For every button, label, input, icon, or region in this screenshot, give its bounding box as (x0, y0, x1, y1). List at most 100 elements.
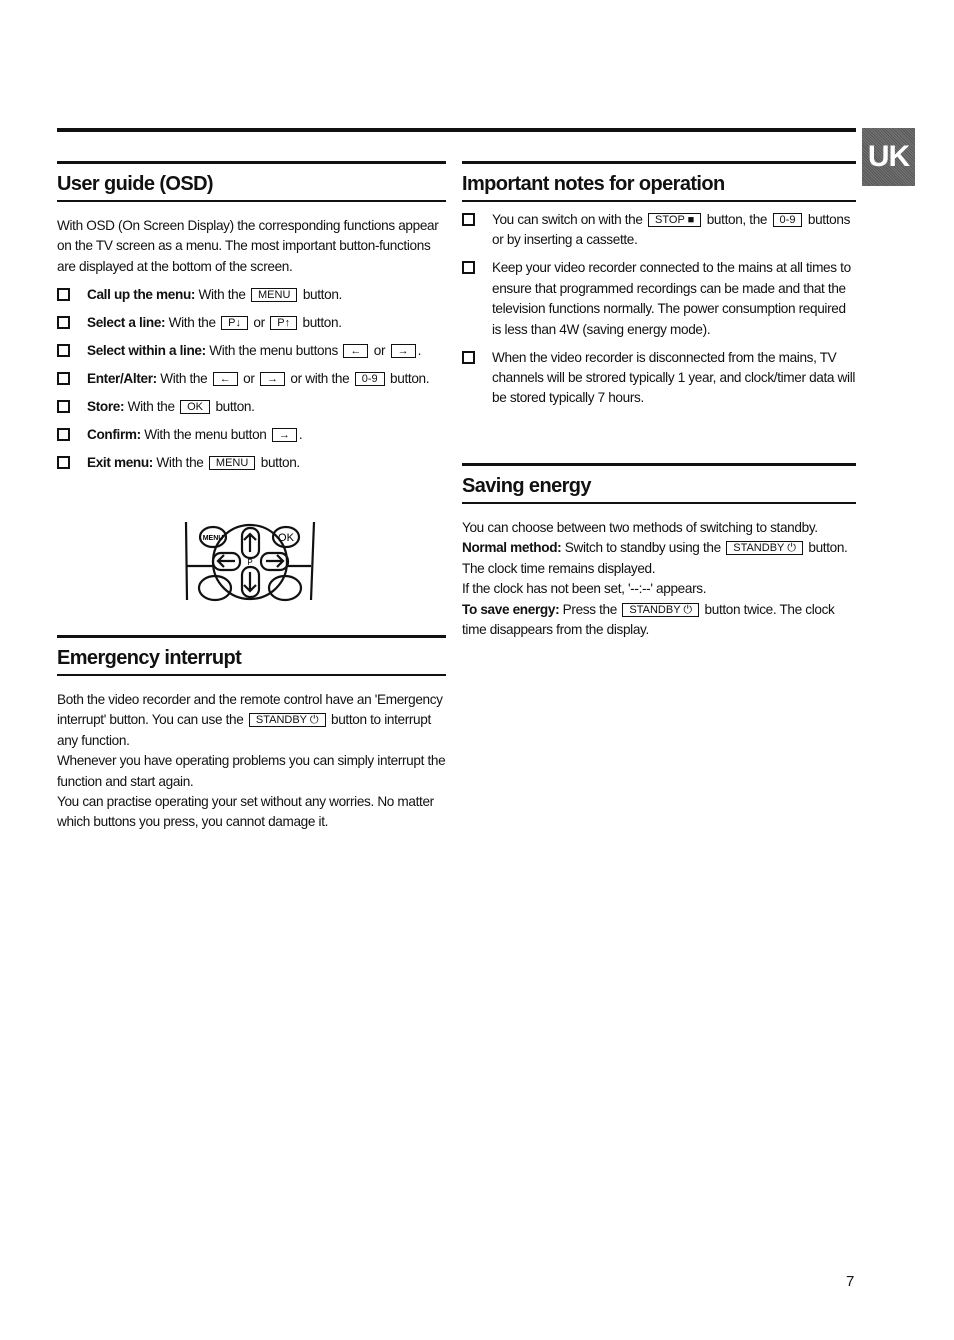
button-symbol: → (260, 371, 285, 386)
checkbox-bullet-icon (57, 343, 70, 357)
paragraph: Both the video recorder and the remote c… (57, 690, 446, 751)
section-emergency: Emergency interrupt Both the video recor… (57, 635, 446, 833)
item-label: Store: (87, 398, 125, 414)
button-symbol: 0-9 (354, 371, 385, 386)
button-symbol: → (390, 343, 416, 358)
notes-list: You can switch on with the STOP ■ button… (462, 210, 856, 409)
text: button. (386, 370, 430, 386)
list-item: You can switch on with the STOP ■ button… (462, 210, 856, 251)
list-item: Exit menu: With the MENU button. (57, 453, 446, 473)
checkbox-bullet-icon (57, 399, 70, 413)
page-number: 7 (846, 1273, 855, 1290)
section-title: Important notes for operation (462, 161, 856, 202)
section-title: User guide (OSD) (57, 161, 446, 202)
text: You can practise operating your set with… (57, 794, 434, 830)
top-rule (57, 128, 856, 132)
item-label: Exit menu: (87, 454, 153, 470)
button-symbol: 0-9 (772, 213, 803, 227)
text: button. (299, 286, 342, 302)
text: Press the (559, 601, 621, 617)
language-tab: UK (862, 128, 915, 186)
button-symbol: → (271, 427, 297, 442)
item-label: Select a line: (87, 314, 166, 330)
button-symbol: ← (343, 343, 369, 358)
text: With the (156, 370, 211, 386)
text: Keep your video recorder connected to th… (492, 260, 851, 337)
list-item: Select a line: With the P↓ or P↑ button. (57, 313, 446, 333)
checkbox-bullet-icon (57, 455, 70, 469)
text: If the clock has not been set, '--:--' a… (462, 581, 707, 597)
text: You can switch on with the (492, 212, 647, 227)
list-item: Call up the menu: With the MENU button. (57, 285, 446, 305)
text: With the (124, 398, 179, 414)
text: You can choose between two methods of sw… (462, 520, 818, 535)
text: button. (212, 398, 255, 414)
text: With the (165, 314, 220, 330)
section-body: Both the video recorder and the remote c… (57, 690, 446, 833)
text: When the video recorder is disconnected … (492, 349, 856, 406)
list-item: Confirm: With the menu button →. (57, 425, 446, 445)
list-item: Select within a line: With the menu butt… (57, 341, 446, 361)
section-user-guide: User guide (OSD) With OSD (On Screen Dis… (57, 161, 446, 473)
text: button. (299, 314, 342, 330)
text: or with the (287, 370, 353, 386)
item-label: Enter/Alter: (87, 370, 157, 386)
list-item: Keep your video recorder connected to th… (462, 258, 856, 340)
paragraph: To save energy: Press the STANDBY ⏻ butt… (462, 600, 856, 641)
text: With the menu button (140, 426, 270, 442)
button-symbol: STANDBY ⏻ (726, 541, 803, 556)
text: . (298, 426, 303, 442)
item-label: Confirm: (87, 426, 141, 442)
list-item: Store: With the OK button. (57, 397, 446, 417)
text: or (370, 342, 389, 358)
list-item: When the video recorder is disconnected … (462, 348, 856, 409)
remote-control-illustration: MENU OK P (184, 521, 316, 602)
paragraph: If the clock has not been set, '--:--' a… (462, 579, 856, 599)
button-symbol: STANDBY ⏻ (248, 713, 326, 728)
paragraph: You can practise operating your set with… (57, 792, 446, 833)
text: button. (257, 454, 300, 470)
button-symbol: P↓ (221, 315, 248, 330)
text: Switch to standby using the (561, 540, 725, 556)
list-item: Enter/Alter: With the ← or → or with the… (57, 369, 446, 389)
checkbox-bullet-icon (462, 213, 475, 226)
bold-label: To save energy: (462, 601, 560, 617)
text: or (239, 370, 258, 386)
menu-key-label: MENU (203, 535, 224, 542)
section-title: Saving energy (462, 463, 856, 504)
button-symbol: MENU (251, 287, 298, 302)
checkbox-bullet-icon (462, 261, 475, 275)
section-body: You can choose between two methods of sw… (462, 518, 856, 640)
item-label: Select within a line: (87, 342, 206, 358)
paragraph: Normal method: Switch to standby using t… (462, 538, 856, 579)
checkbox-bullet-icon (57, 287, 70, 301)
p-key-label: P (247, 558, 252, 567)
button-symbol: ← (212, 371, 238, 386)
button-symbol: OK (180, 399, 211, 414)
paragraph: Whenever you have operating problems you… (57, 751, 446, 792)
bold-label: Normal method: (462, 540, 562, 556)
checkbox-bullet-icon (57, 315, 70, 329)
text: . (417, 342, 422, 358)
button-symbol: STANDBY ⏻ (622, 602, 700, 617)
menu-steps-list: Call up the menu: With the MENU button. S… (57, 285, 446, 473)
ok-key-label: OK (278, 532, 295, 544)
section-notes: Important notes for operation You can sw… (462, 161, 856, 409)
intro-text: With OSD (On Screen Display) the corresp… (57, 218, 439, 274)
checkbox-bullet-icon (462, 350, 475, 364)
text: With the (195, 286, 250, 302)
checkbox-bullet-icon (57, 427, 70, 441)
text: or (249, 314, 269, 330)
button-symbol: MENU (208, 455, 256, 470)
text: With the (153, 454, 207, 470)
button-symbol: P↑ (270, 315, 298, 330)
button-symbol: STOP ■ (648, 213, 702, 227)
section-saving-energy: Saving energy You can choose between two… (462, 463, 856, 640)
item-label: Call up the menu: (87, 286, 196, 302)
section-title: Emergency interrupt (57, 635, 446, 676)
text: button, the (703, 212, 771, 227)
checkbox-bullet-icon (57, 371, 70, 385)
paragraph: You can choose between two methods of sw… (462, 518, 856, 538)
text: With the menu buttons (205, 342, 342, 358)
text: Whenever you have operating problems you… (57, 753, 446, 789)
